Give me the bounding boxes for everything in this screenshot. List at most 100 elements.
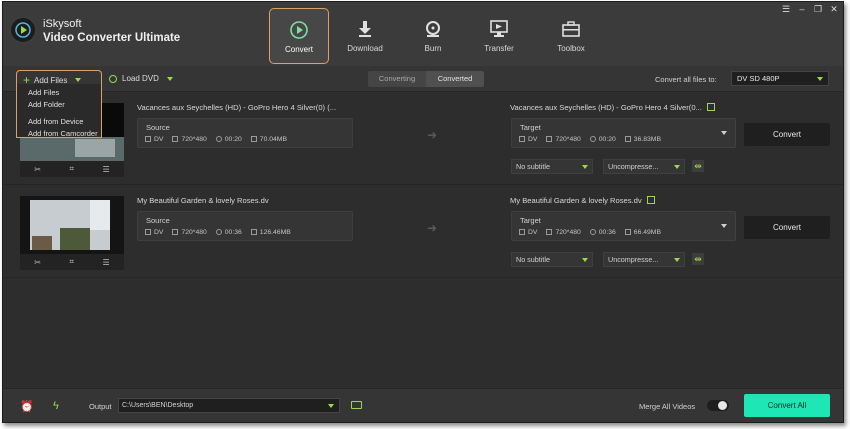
format-icon xyxy=(145,229,151,235)
trim-icon[interactable]: ✂ xyxy=(34,165,41,174)
convert-all-button[interactable]: Convert All xyxy=(744,394,830,417)
format-icon xyxy=(145,136,151,142)
chevron-down-icon[interactable] xyxy=(75,78,82,82)
brand-line-1: iSkysoft xyxy=(43,18,82,30)
crop-icon[interactable]: ⌗ xyxy=(70,164,75,174)
tab-download-label: Download xyxy=(347,44,383,53)
menu-icon[interactable]: ☰ xyxy=(781,4,791,15)
tab-burn[interactable]: Burn xyxy=(403,8,463,64)
top-header: iSkysoft Video Converter Ultimate Conver… xyxy=(3,2,843,66)
settings-adjust-icon[interactable]: ⇹ xyxy=(692,160,704,172)
alarm-clock-icon[interactable]: ⏰ xyxy=(20,400,34,413)
open-folder-icon[interactable] xyxy=(351,401,362,409)
folder-icon xyxy=(250,229,257,235)
tab-convert[interactable]: Convert xyxy=(269,8,329,64)
output-label: Output xyxy=(89,402,112,411)
list-item: ✂ ⌗ ☰ My Beautiful Garden & lovely Roses… xyxy=(3,186,843,278)
target-size: 36.83MB xyxy=(633,136,662,143)
thumbnail-toolbar: ✂ ⌗ ☰ xyxy=(20,254,124,270)
format-icon xyxy=(519,229,525,235)
effects-icon[interactable]: ☰ xyxy=(103,258,110,267)
load-dvd-label: Load DVD xyxy=(122,74,159,83)
source-specs: DV 720*480 00:36 126.46MB xyxy=(145,229,291,236)
edit-icon[interactable] xyxy=(646,196,655,204)
audio-value: Uncompresse... xyxy=(608,255,659,264)
load-dvd-button[interactable]: Load DVD xyxy=(109,74,173,83)
subtitle-select[interactable]: No subtitle xyxy=(511,252,593,267)
trim-icon[interactable]: ✂ xyxy=(34,258,41,267)
source-format: DV xyxy=(154,136,164,143)
audio-select[interactable]: Uncompresse... xyxy=(603,159,685,174)
source-info: Source DV 720*480 00:36 126.46MB xyxy=(137,211,353,241)
menu-item-add-from-camcorder[interactable]: Add from Camcorder xyxy=(17,128,101,140)
tab-toolbox[interactable]: Toolbox xyxy=(541,8,601,64)
merge-all-videos-label: Merge All Videos xyxy=(639,402,696,411)
audio-select[interactable]: Uncompresse... xyxy=(603,252,685,267)
chevron-down-icon xyxy=(674,258,680,262)
tab-download[interactable]: Download xyxy=(335,8,395,64)
source-specs: DV 720*480 00:20 70.04MB xyxy=(145,136,287,143)
target-specs: DV 720*480 00:36 66.49MB xyxy=(519,229,661,236)
minimize-icon[interactable]: – xyxy=(797,4,807,15)
chevron-down-icon[interactable] xyxy=(721,224,727,228)
convert-button[interactable]: Convert xyxy=(744,216,830,239)
brand-line-2: Video Converter Ultimate xyxy=(43,32,181,44)
download-icon xyxy=(335,14,395,44)
merge-all-videos-toggle[interactable] xyxy=(707,400,729,411)
toolbar: + Add Files Load DVD Converting Converte… xyxy=(3,66,843,92)
convert-icon xyxy=(270,15,328,45)
chevron-down-icon xyxy=(328,404,334,408)
source-info: Source DV 720*480 00:20 70.04MB xyxy=(137,118,353,148)
tab-converted[interactable]: Converted xyxy=(426,71,484,87)
chevron-down-icon[interactable] xyxy=(721,131,727,135)
thumbnail-toolbar: ✂ ⌗ ☰ xyxy=(20,161,124,177)
menu-item-add-files[interactable]: Add Files xyxy=(17,87,101,99)
target-info[interactable]: Target DV 720*480 00:36 66.49MB xyxy=(511,211,736,241)
folder-icon xyxy=(624,136,631,142)
convert-button[interactable]: Convert xyxy=(744,123,830,146)
resolution-icon xyxy=(172,229,179,235)
close-icon[interactable]: ✕ xyxy=(829,4,839,15)
lightning-icon[interactable]: ϟ xyxy=(53,400,59,412)
source-resolution: 720*480 xyxy=(181,229,207,236)
output-path-select[interactable]: C:\Users\BEN\Desktop xyxy=(118,398,340,413)
target-title-text: My Beautiful Garden & lovely Roses.dv xyxy=(510,196,642,205)
crop-icon[interactable]: ⌗ xyxy=(70,257,75,267)
tab-transfer[interactable]: Transfer xyxy=(469,8,529,64)
tab-toolbox-label: Toolbox xyxy=(557,44,585,53)
target-info[interactable]: Target DV 720*480 00:20 36.83MB xyxy=(511,118,736,148)
video-thumbnail[interactable] xyxy=(20,196,124,254)
list-item: ✂ ⌗ ☰ Vacances aux Seychelles (HD) - GoP… xyxy=(3,93,843,185)
chevron-down-icon xyxy=(674,165,680,169)
folder-icon xyxy=(250,136,257,142)
transfer-icon xyxy=(469,14,529,44)
target-specs: DV 720*480 00:20 36.83MB xyxy=(519,136,661,143)
resolution-icon xyxy=(546,229,553,235)
target-resolution: 720*480 xyxy=(555,136,581,143)
resolution-icon xyxy=(172,136,179,142)
file-title: Vacances aux Seychelles (HD) - GoPro Her… xyxy=(137,103,337,112)
edit-icon[interactable] xyxy=(706,103,715,111)
menu-item-add-folder[interactable]: Add Folder xyxy=(17,99,101,111)
chevron-down-icon[interactable] xyxy=(166,76,173,81)
window-controls: ☰ – ❐ ✕ xyxy=(781,4,839,15)
effects-icon[interactable]: ☰ xyxy=(103,165,110,174)
settings-adjust-icon[interactable]: ⇹ xyxy=(692,253,704,265)
clock-icon xyxy=(589,229,596,235)
output-format-select[interactable]: DV SD 480P xyxy=(731,71,829,86)
target-duration: 00:36 xyxy=(598,229,616,236)
subtitle-select[interactable]: No subtitle xyxy=(511,159,593,174)
target-size: 66.49MB xyxy=(633,229,662,236)
chevron-down-icon xyxy=(817,77,823,81)
format-icon xyxy=(519,136,525,142)
chevron-down-icon xyxy=(582,165,588,169)
tab-converting[interactable]: Converting xyxy=(368,71,426,87)
arrow-right-icon: ➜ xyxy=(427,221,438,235)
target-label: Target xyxy=(520,123,541,132)
audio-value: Uncompresse... xyxy=(608,162,659,171)
menu-item-add-from-device[interactable]: Add from Device xyxy=(17,116,101,128)
file-title: My Beautiful Garden & lovely Roses.dv xyxy=(137,196,269,205)
app-logo-icon xyxy=(9,16,37,44)
tab-burn-label: Burn xyxy=(424,44,442,53)
restore-icon[interactable]: ❐ xyxy=(813,4,823,15)
